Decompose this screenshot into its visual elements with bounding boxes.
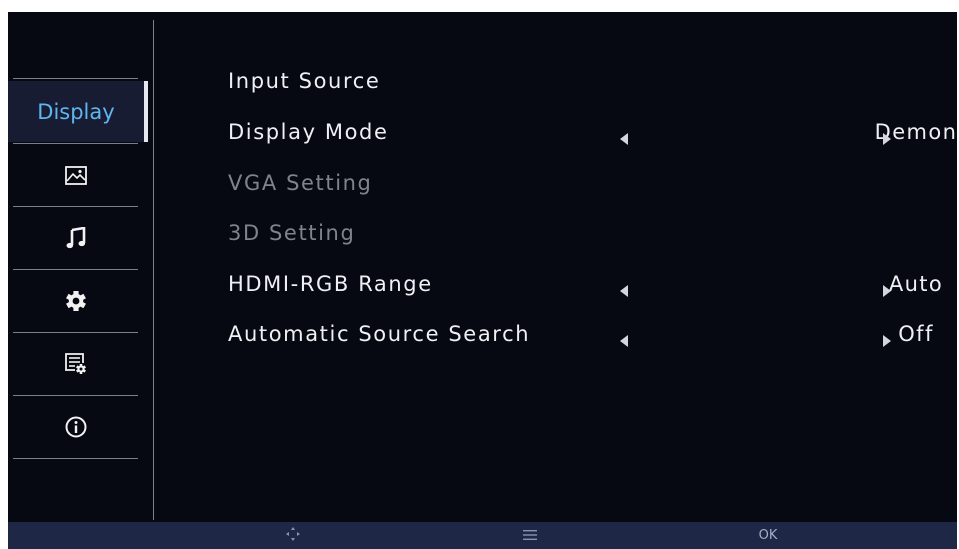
sidebar-divider: [153, 20, 154, 520]
hint-menu: [515, 522, 545, 549]
music-note-icon: [66, 227, 86, 249]
menu-lines-icon: [523, 526, 537, 545]
arrow-left-icon[interactable]: [620, 335, 628, 347]
menu-row-label: Automatic Source Search: [228, 322, 531, 346]
hint-navigate: [278, 522, 308, 549]
sidebar-item-advanced[interactable]: [13, 333, 138, 395]
menu-row-input-source[interactable]: Input Source >: [228, 69, 928, 113]
arrow-left-icon[interactable]: [620, 133, 628, 145]
dpad-icon: [285, 526, 301, 546]
menu-row-label: 3D Setting: [228, 221, 356, 245]
menu-row-3d-setting[interactable]: 3D Setting >: [228, 221, 928, 265]
menu-row-value: Off: [898, 322, 934, 346]
sidebar-separator: [13, 458, 138, 459]
tv-screen: Display Input Source Display Mode Demon …: [8, 12, 957, 549]
sidebar-item-label: Display: [37, 99, 115, 124]
menu-row-display-mode[interactable]: Display Mode Demon: [228, 120, 956, 164]
sidebar: Display: [8, 12, 154, 522]
menu-row-label: Input Source: [228, 69, 381, 93]
sidebar-separator: [13, 78, 138, 79]
menu-row-label: Display Mode: [228, 120, 389, 144]
hint-ok-label: OK: [758, 528, 778, 543]
arrow-right-icon[interactable]: [883, 285, 891, 297]
sidebar-item-picture[interactable]: [13, 144, 138, 206]
menu-row-label: HDMI-RGB Range: [228, 272, 433, 296]
sidebar-item-display[interactable]: Display: [8, 81, 148, 142]
arrow-right-icon[interactable]: [883, 133, 891, 145]
sidebar-item-sound[interactable]: [13, 207, 138, 269]
menu-row-vga-setting[interactable]: VGA Setting >: [228, 171, 928, 215]
menu-row-automatic-source-search[interactable]: Automatic Source Search Off: [228, 322, 932, 366]
sidebar-item-about[interactable]: [13, 396, 138, 458]
gear-icon: [65, 290, 87, 312]
picture-icon: [64, 165, 87, 185]
arrow-right-icon[interactable]: [883, 335, 891, 347]
menu-row-value: Demon: [874, 120, 957, 144]
arrow-left-icon[interactable]: [620, 285, 628, 297]
menu-row-value: Auto: [888, 272, 944, 296]
menu-row-label: VGA Setting: [228, 171, 373, 195]
sidebar-item-settings[interactable]: [13, 270, 138, 332]
info-icon: [65, 416, 87, 438]
settings-list-icon: [64, 353, 87, 375]
hint-ok: OK: [753, 522, 783, 549]
bottom-hint-bar: OK: [8, 522, 957, 549]
menu-row-hdmi-rgb-range[interactable]: HDMI-RGB Range Auto: [228, 272, 942, 316]
